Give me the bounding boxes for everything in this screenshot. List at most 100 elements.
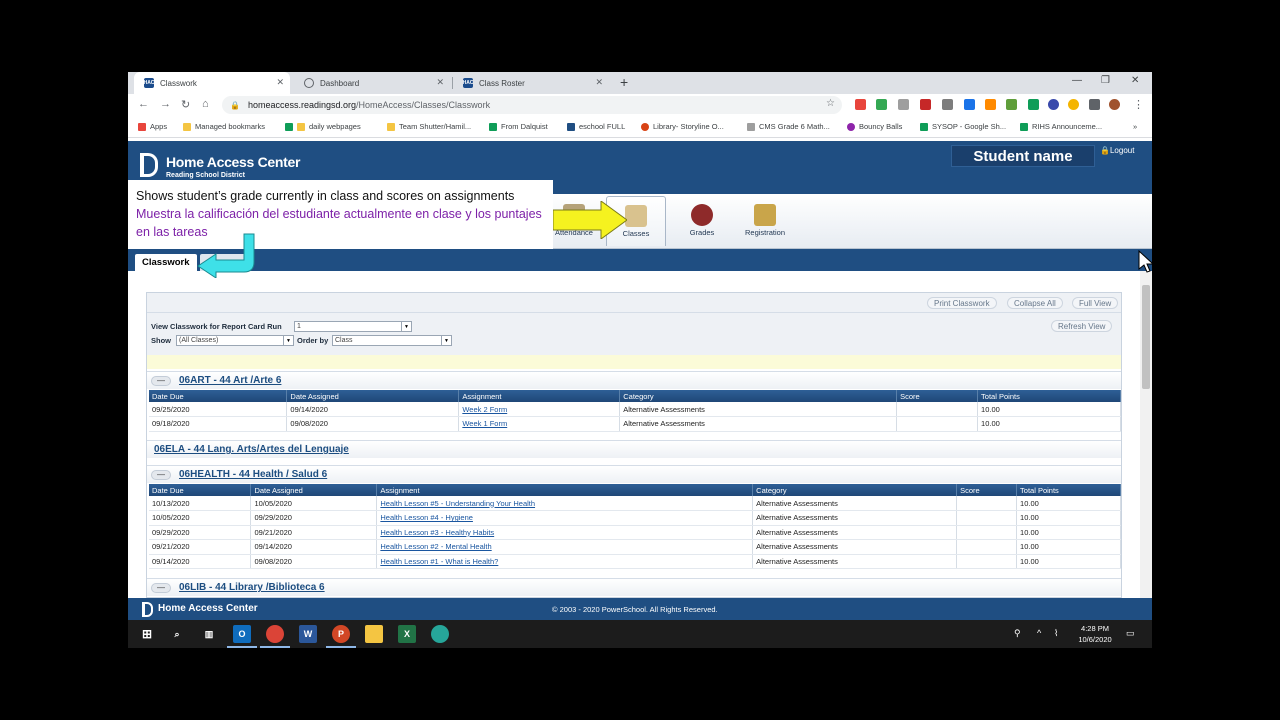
col-score[interactable]: Score [956,484,1018,496]
app-icon[interactable] [431,625,449,643]
task-view-icon[interactable]: ▥ [200,625,218,643]
nav-grades[interactable]: Grades [672,204,732,237]
bookmarks-overflow-icon[interactable]: » [1133,122,1137,131]
full-view-button[interactable]: Full View [1072,297,1119,309]
refresh-view-button[interactable]: Refresh View [1051,320,1113,332]
class-name-link[interactable]: 06HEALTH - 44 Health / Salud 6 [179,469,327,480]
menu-kebab-icon[interactable]: ⋮ [1133,98,1144,111]
extension-icon[interactable] [1048,99,1059,110]
assignment-link[interactable]: Health Lesson #2 - Mental Health [376,539,754,555]
notifications-icon[interactable]: ▭ [1126,628,1135,639]
bookmark-bouncy[interactable]: Bouncy Balls [847,122,902,131]
col-assignment[interactable]: Assignment [376,484,754,496]
collapse-toggle-button[interactable]: — [151,583,171,593]
extension-icon[interactable] [942,99,953,110]
bookmark-eschool[interactable]: eschool FULL [567,122,625,131]
address-bar[interactable]: 🔒 homeaccess.readingsd.org/HomeAccess/Cl… [222,96,842,114]
powerpoint-icon[interactable]: P [326,625,356,648]
bookmark-apps[interactable]: Apps [138,122,167,131]
print-classwork-button[interactable]: Print Classwork [927,297,997,309]
network-icon[interactable]: ⌇ [1054,628,1058,639]
class-name-link[interactable]: 06ART - 44 Art /Arte 6 [179,375,281,386]
col-date-assigned[interactable]: Date Assigned [250,484,378,496]
scrollbar-thumb[interactable] [1142,285,1150,389]
bookmark-managed[interactable]: Managed bookmarks [183,122,265,131]
col-date-due[interactable]: Date Due [149,484,252,496]
logout-label: Logout [1109,146,1135,155]
extension-icon[interactable] [1006,99,1017,110]
col-assignment[interactable]: Assignment [458,390,621,402]
collapse-toggle-button[interactable]: — [151,376,171,386]
bookmark-math[interactable]: CMS Grade 6 Math... [747,122,830,131]
outlook-icon[interactable]: O [227,625,257,648]
report-run-select[interactable]: 1 ▼ [294,321,412,332]
col-total-points[interactable]: Total Points [1016,484,1121,496]
chevron-up-icon[interactable]: ^ [1037,628,1041,638]
word-icon[interactable]: W [299,625,317,643]
extension-icon[interactable] [898,99,909,110]
extension-icon[interactable] [964,99,975,110]
restore-icon[interactable]: ❐ [1101,75,1110,86]
new-tab-button[interactable]: + [620,74,628,90]
col-total-points[interactable]: Total Points [977,390,1121,402]
collapse-toggle-button[interactable]: — [151,470,171,480]
assignment-link[interactable]: Health Lesson #4 - Hygiene [376,510,754,526]
home-icon[interactable]: ⌂ [202,98,209,110]
puzzle-extensions-icon[interactable] [1089,99,1100,110]
col-category[interactable]: Category [752,484,958,496]
col-score[interactable]: Score [896,390,979,402]
col-date-assigned[interactable]: Date Assigned [286,390,460,402]
file-explorer-icon[interactable] [365,625,383,643]
bookmark-team[interactable]: Team Shutter/Hamil... [387,122,471,131]
assignment-link[interactable]: Week 1 Form [458,416,621,432]
people-icon[interactable]: ⚲ [1014,628,1021,639]
minimize-icon[interactable]: — [1072,75,1082,86]
col-date-due[interactable]: Date Due [149,390,288,402]
excel-icon[interactable]: X [398,625,416,643]
forward-icon[interactable]: → [160,98,171,110]
order-by-select[interactable]: Class ▼ [332,335,452,346]
bookmark-library[interactable]: Library- Storyline O... [641,122,724,131]
collapse-all-button[interactable]: Collapse All [1007,297,1063,309]
class-name-link[interactable]: 06LIB - 44 Library /Biblioteca 6 [179,582,325,593]
bookmark-star-icon[interactable]: ☆ [826,98,835,109]
bookmark-rihs[interactable]: RIHS Announceme... [1020,122,1102,131]
tab-classwork-page[interactable]: Classwork [135,254,197,271]
assignment-link[interactable]: Health Lesson #5 - Understanding Your He… [376,496,754,511]
windows-start-icon[interactable]: ⊞ [138,625,156,643]
profile-avatar[interactable] [1109,99,1120,110]
pdf-extension-icon[interactable] [920,99,931,110]
assignment-link[interactable]: Health Lesson #3 - Healthy Habits [376,525,754,540]
bookmark-daily[interactable]: daily webpages [285,122,361,131]
sheets-icon [1020,122,1028,131]
search-icon[interactable]: ⌕ [168,625,186,643]
assignment-link[interactable]: Week 2 Form [458,402,621,417]
tab-class-roster[interactable]: HAC Class Roster ✕ [453,72,609,94]
show-select[interactable]: (All Classes) ▼ [176,335,294,346]
taskbar-clock[interactable]: 4:28 PM 10/6/2020 [1068,623,1122,645]
close-icon[interactable]: ✕ [276,77,284,88]
page-scrollbar[interactable] [1140,271,1152,598]
nav-registration[interactable]: Registration [735,204,795,237]
close-icon[interactable]: ✕ [436,77,444,88]
extension-icon[interactable] [855,99,866,110]
class-name-link[interactable]: 06ELA - 44 Lang. Arts/Artes del Lenguaje [154,444,349,455]
table-row: 10/05/2020 09/29/2020 Health Lesson #4 -… [149,510,1121,526]
extension-icon[interactable] [985,99,996,110]
col-category[interactable]: Category [619,390,898,402]
reload-icon[interactable]: ↻ [181,98,190,111]
close-icon[interactable]: ✕ [595,77,603,88]
chrome-icon[interactable] [260,625,290,648]
back-icon[interactable]: ← [138,98,149,110]
sheets-extension-icon[interactable] [1028,99,1039,110]
extension-icon[interactable] [1068,99,1079,110]
bookmark-label: Apps [150,122,168,131]
assignment-link[interactable]: Health Lesson #1 - What is Health? [376,554,754,569]
extension-icon[interactable] [876,99,887,110]
window-close-icon[interactable]: ✕ [1131,75,1139,86]
logout-link[interactable]: 🔒Logout [1100,146,1134,155]
bookmark-dalquist[interactable]: From Dalquist [489,122,548,131]
bookmark-sysop[interactable]: SYSOP - Google Sh... [920,122,1006,131]
tab-classwork[interactable]: HAC Classwork ✕ [134,72,290,94]
tab-dashboard[interactable]: Dashboard ✕ [294,72,450,94]
